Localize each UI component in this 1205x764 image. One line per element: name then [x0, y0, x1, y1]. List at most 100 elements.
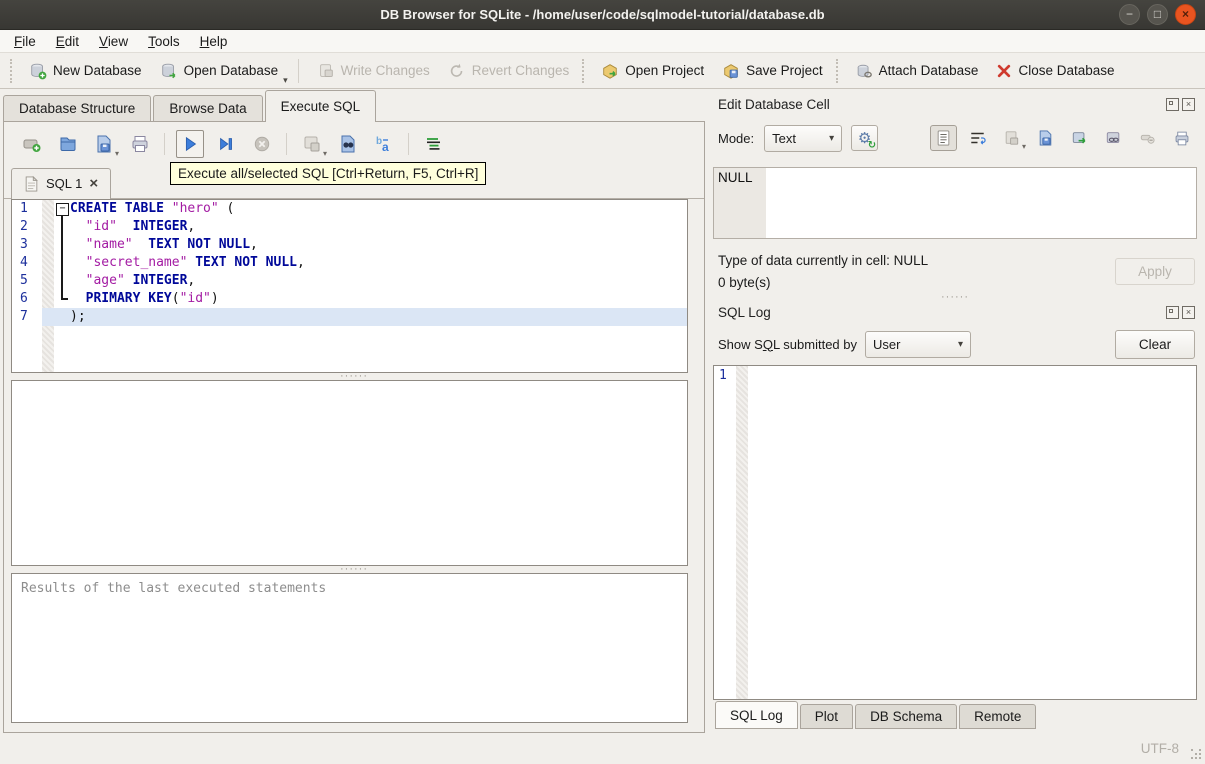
token-pl: , [250, 237, 258, 252]
code-line[interactable]: 2 "id" INTEGER, [12, 217, 687, 237]
replace-button[interactable]: ba [370, 130, 398, 158]
import-caret-icon[interactable]: ▾ [1022, 142, 1026, 151]
save-results-caret-icon[interactable]: ▾ [323, 149, 327, 158]
execute-all-button[interactable] [176, 130, 204, 158]
save-sql-caret-icon[interactable]: ▾ [115, 149, 119, 158]
print-cell-button[interactable] [1168, 125, 1195, 151]
copy-link-button[interactable] [1100, 125, 1127, 151]
tab-db-schema[interactable]: DB Schema [855, 704, 958, 729]
auto-switch-mode-button[interactable]: ⚙ ↻ [851, 125, 879, 151]
sql-log-view[interactable]: 1 [713, 365, 1197, 700]
float-panel-icon[interactable] [1166, 305, 1179, 319]
code-line[interactable]: 3 "name" TEXT NOT NULL, [12, 235, 687, 255]
code-line[interactable]: 1 CREATE TABLE "hero" ( [12, 200, 687, 219]
tab-database-structure[interactable]: Database Structure [3, 95, 152, 122]
sql-doc-tab[interactable]: SQL 1 × [11, 168, 112, 199]
import-cell-button[interactable]: ▾ [998, 125, 1026, 151]
save-project-button[interactable]: Save Project [713, 58, 832, 84]
apply-button[interactable]: Apply [1115, 258, 1195, 285]
open-database-caret-icon[interactable]: ▾ [283, 75, 288, 86]
revert-changes-button[interactable]: Revert Changes [439, 58, 579, 84]
menu-view[interactable]: View [89, 32, 138, 51]
sql-log-header: SQL Log × [713, 301, 1197, 323]
close-database-button[interactable]: Close Database [987, 59, 1123, 83]
code-line[interactable]: 5 "age" INTEGER, [12, 271, 687, 291]
mode-select[interactable]: Text ▾ [764, 124, 843, 152]
fold-marker-icon [54, 235, 70, 255]
print-sql-button[interactable] [126, 130, 154, 158]
main-tabbar: Database Structure Browse Data Execute S… [0, 89, 707, 122]
right-pane: Edit Database Cell × Mode: Text ▾ ⚙ ↻ ▾ [707, 89, 1205, 735]
fold-margin-cell [42, 272, 54, 290]
close-panel-icon[interactable]: × [1182, 305, 1195, 319]
mode-caret-icon: ▾ [829, 132, 835, 144]
menu-edit[interactable]: Edit [46, 32, 89, 51]
cell-editor[interactable]: NULL [713, 167, 1197, 239]
format-sql-icon [424, 134, 444, 154]
token-pl: ( [171, 291, 180, 306]
token-kw: INTEGER [132, 219, 188, 234]
splitter-handle[interactable] [4, 566, 704, 573]
menu-help[interactable]: Help [190, 32, 238, 51]
clear-log-button[interactable]: Clear [1115, 329, 1195, 359]
find-icon [338, 134, 358, 154]
attach-database-button[interactable]: Attach Database [846, 58, 988, 84]
code-line[interactable]: 7); [12, 308, 687, 326]
sql-editor[interactable]: 1CREATE TABLE "hero" (2 "id" INTEGER,3 "… [11, 199, 688, 373]
code-text: "secret_name" TEXT NOT NULL, [70, 254, 305, 272]
open-database-button[interactable]: Open Database [151, 58, 288, 84]
log-line-number: 1 [719, 368, 727, 383]
menu-file[interactable]: File [4, 32, 46, 51]
code-line[interactable]: 6 PRIMARY KEY("id") [12, 289, 687, 308]
open-in-app-button[interactable] [1066, 125, 1093, 151]
save-sql-file-icon [94, 134, 114, 154]
splitter-handle[interactable] [713, 294, 1197, 301]
open-sql-file-button[interactable] [54, 130, 82, 158]
stop-button[interactable] [248, 130, 276, 158]
log-source-select[interactable]: User ▾ [865, 330, 971, 358]
float-panel-icon[interactable] [1166, 97, 1179, 111]
sql-log-title: SQL Log [718, 304, 771, 320]
sql-toolbar: ▾ ▾ ba [4, 122, 704, 162]
tab-plot[interactable]: Plot [799, 704, 854, 729]
splitter-handle[interactable] [4, 373, 704, 380]
fold-marker-icon[interactable] [54, 200, 70, 219]
fold-margin-cell [42, 254, 54, 272]
new-database-button[interactable]: New Database [20, 58, 151, 84]
minimize-button[interactable]: − [1119, 4, 1140, 25]
menu-tools[interactable]: Tools [138, 32, 190, 51]
execute-line-button[interactable] [212, 130, 240, 158]
encoding-indicator[interactable]: UTF-8 [1141, 741, 1179, 756]
open-project-button[interactable]: Open Project [592, 58, 713, 84]
format-sql-button[interactable] [420, 130, 448, 158]
tab-execute-sql[interactable]: Execute SQL [264, 90, 377, 122]
code-line[interactable]: 4 "secret_name" TEXT NOT NULL, [12, 253, 687, 273]
sql-doc-tab-close-icon[interactable]: × [89, 176, 98, 191]
tab-sql-log[interactable]: SQL Log [715, 701, 798, 729]
find-button[interactable] [334, 130, 362, 158]
new-database-label: New Database [53, 63, 142, 78]
close-button[interactable]: × [1175, 4, 1196, 25]
results-grid[interactable] [11, 380, 688, 566]
results-messages[interactable]: Results of the last executed statements [11, 573, 688, 723]
execute-all-icon [181, 135, 199, 153]
tab-remote[interactable]: Remote [959, 704, 1037, 729]
write-changes-button[interactable]: Write Changes [308, 58, 439, 84]
export-cell-button[interactable] [1032, 125, 1059, 151]
print-icon [130, 134, 150, 154]
word-wrap-button[interactable] [964, 125, 991, 151]
cell-value: NULL [718, 170, 753, 185]
text-mode-button[interactable] [930, 125, 957, 151]
save-results-button[interactable]: ▾ [298, 130, 327, 158]
maximize-button[interactable]: □ [1147, 4, 1168, 25]
save-sql-file-button[interactable]: ▾ [90, 130, 119, 158]
close-panel-icon[interactable]: × [1182, 97, 1195, 111]
print-icon [1173, 130, 1191, 147]
close-database-label: Close Database [1018, 63, 1115, 78]
new-sql-tab-button[interactable] [18, 130, 46, 158]
set-null-button[interactable] [1134, 125, 1161, 151]
tab-browse-data[interactable]: Browse Data [153, 95, 263, 122]
resize-grip-icon[interactable] [1191, 749, 1201, 759]
